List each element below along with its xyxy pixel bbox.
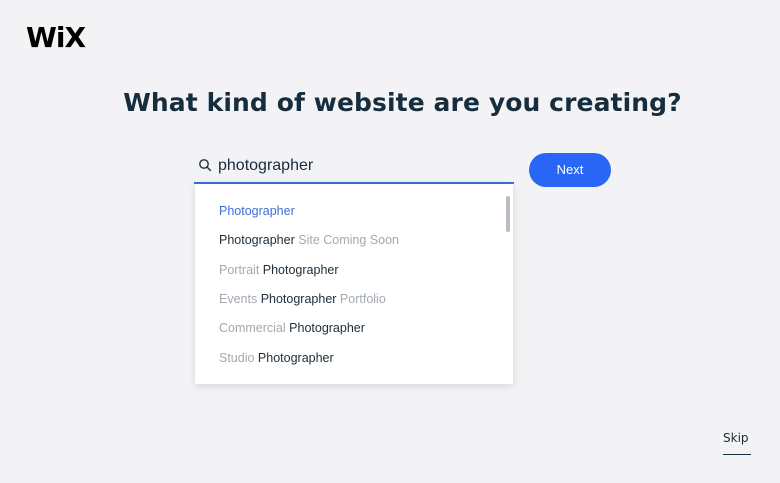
next-button[interactable]: Next [529,153,611,187]
search-icon [199,159,212,172]
suggestion-text: Site Coming Soon [294,233,399,248]
dropdown-scrollbar[interactable] [506,196,510,232]
suggestion-text: Commercial [219,321,290,336]
wix-logo: WiX [26,21,86,54]
page-title: What kind of website are you creating? [123,88,682,117]
suggestion-text: Studio [219,350,258,365]
suggestion-item[interactable]: Photographer Site Coming Soon [219,230,399,250]
suggestion-text: Portrait [219,262,263,277]
search-field[interactable] [194,150,514,184]
suggestion-item[interactable]: Events Photographer Portfolio [219,289,386,309]
suggestions-dropdown: Photographer Photographer Site Coming Soo… [195,184,513,384]
search-input[interactable] [218,154,498,178]
suggestion-text: Portfolio [336,291,386,306]
suggestion-text: Photographer [257,350,334,365]
suggestion-text: Photographer [289,321,365,336]
suggestion-item[interactable]: Photographer [219,201,295,221]
suggestion-text: Photographer [260,291,337,306]
suggestion-item[interactable]: Studio Photographer [219,348,334,368]
suggestion-item[interactable]: Portrait Photographer [219,260,339,280]
skip-link[interactable]: Skip [723,431,749,445]
suggestion-text: Photographer [262,262,339,277]
suggestion-text: Photographer [219,233,295,248]
suggestion-text: Photographer [219,204,295,218]
suggestion-item[interactable]: Commercial Photographer [219,318,365,338]
skip-underline [723,454,751,455]
suggestion-text: Events [219,291,261,306]
